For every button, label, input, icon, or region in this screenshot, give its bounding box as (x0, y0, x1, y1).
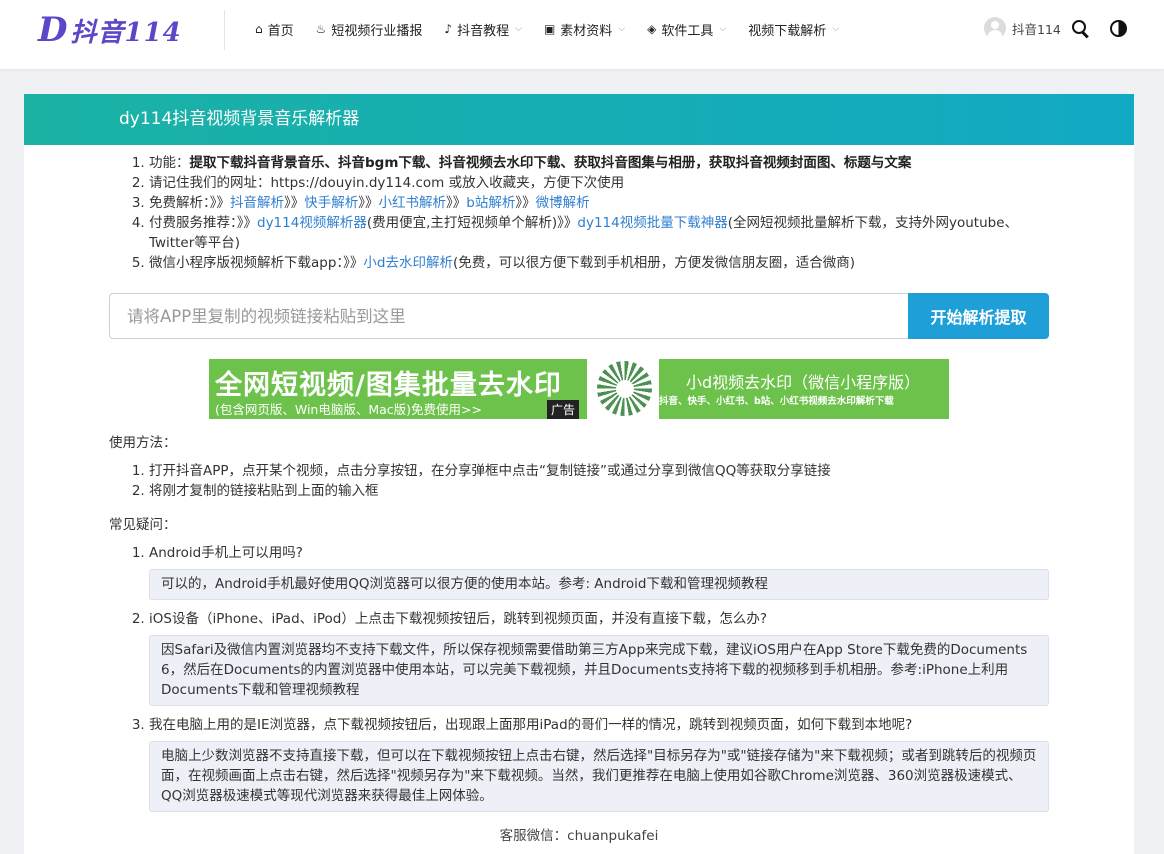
nav-label: 软件工具 (661, 23, 714, 39)
parse-button[interactable]: 开始解析提取 (908, 293, 1049, 339)
feature-text: (费用便宜,主打短视频单个解析)》》 (366, 215, 578, 231)
link-weibo-parse[interactable]: 微博解析 (536, 195, 590, 211)
feature-prefix: 微信小程序版视频解析下载app：》》 (149, 255, 364, 271)
banner-batch-watermark[interactable]: 全网短视频/图集批量去水印 (包含网页版、Win电脑版、Mac版)免费使用>> … (209, 359, 579, 419)
site-header: D 抖音114 ⌂ 首页 ♨ 短视频行业播报 ♪ 抖音教程 ⌵ ▣ 素材资料 ⌵ … (0, 0, 1164, 69)
link-xiaohongshu-parse[interactable]: 小红书解析 (379, 195, 447, 211)
parser-card: dy114抖音视频背景音乐解析器 功能：提取下载抖音背景音乐、抖音bgm下载、抖… (24, 94, 1134, 854)
link-miniprogram[interactable]: 小d去水印解析 (363, 255, 453, 271)
link-bilibili-parse[interactable]: b站解析 (466, 195, 515, 211)
nav-materials[interactable]: ▣ 素材资料 ⌵ (544, 19, 625, 39)
separator: 》》 (446, 195, 467, 211)
separator: 》》 (284, 195, 305, 211)
logo-letter: D (38, 10, 69, 50)
search-icon[interactable] (1070, 18, 1092, 40)
nav-home[interactable]: ⌂ 首页 (255, 19, 294, 39)
list-item: 打开抖音APP，点开某个视频，点击分享按钮，在分享弹框中点击“复制链接”或通过分… (149, 461, 1049, 481)
cube-icon: ◈ (647, 22, 657, 36)
video-link-input[interactable] (109, 293, 908, 339)
card-title: dy114抖音视频背景音乐解析器 (24, 94, 1134, 145)
qr-code-icon (579, 359, 659, 419)
feature-prefix: 功能： (149, 155, 190, 171)
list-item: 微信小程序版视频解析下载app：》》小d去水印解析(免费，可以很方便下载到手机相… (149, 253, 1049, 273)
list-item: 免费解析：》》抖音解析》》快手解析》》小红书解析》》b站解析》》微博解析 (149, 193, 1049, 213)
faq-heading: 常见疑问： (109, 517, 177, 533)
faq-item: iOS设备（iPhone、iPad、iPod）上点击下载视频按钮后，跳转到视频页… (149, 609, 1049, 706)
site-logo[interactable]: D 抖音114 (38, 10, 182, 50)
nav-industry-news[interactable]: ♨ 短视频行业播报 (316, 19, 423, 39)
list-item: 请记住我们的网址：https://douyin.dy114.com 或放入收藏夹… (149, 173, 1049, 193)
faq-answer: 电脑上少数浏览器不支持直接下载，但可以在下载视频按钮上点击右键，然后选择"目标另… (149, 741, 1049, 812)
link-kuaishou-parse[interactable]: 快手解析 (304, 195, 358, 211)
site-url-text: 请记住我们的网址：https://douyin.dy114.com 或放入收藏夹… (149, 175, 625, 191)
ad-banner[interactable]: 全网短视频/图集批量去水印 (包含网页版、Win电脑版、Mac版)免费使用>> … (209, 359, 949, 419)
banner-right-sub: 抖音、快手、小红书、b站、小红书视频去水印解析下载 (659, 396, 894, 407)
link-batch-downloader[interactable]: dy114视频批量下载神器 (577, 215, 727, 231)
nav-douyin-tutorial[interactable]: ♪ 抖音教程 ⌵ (444, 19, 522, 39)
feature-prefix: 付费服务推荐：》》 (149, 215, 257, 231)
feature-text: 提取下载抖音背景音乐、抖音bgm下载、抖音视频去水印下载、获取抖音图集与相册，获… (189, 155, 912, 171)
logo-text: 抖音114 (70, 17, 182, 48)
banner-miniprogram[interactable]: 小d视频去水印（微信小程序版） 抖音、快手、小红书、b站、小红书视频去水印解析下… (659, 359, 949, 419)
ad-tag: 广告 (546, 400, 579, 419)
faq-question: iOS设备（iPhone、iPad、iPod）上点击下载视频按钮后，跳转到视频页… (149, 611, 768, 627)
nav-label: 短视频行业播报 (331, 23, 423, 39)
home-icon: ⌂ (255, 22, 263, 36)
fire-icon: ♨ (315, 22, 327, 36)
separator: 》》 (358, 195, 379, 211)
separator: 》》 (515, 195, 536, 211)
faq-list: Android手机上可以用吗? 可以的，Android手机最好使用QQ浏览器可以… (109, 543, 1049, 812)
theme-toggle-icon[interactable] (1108, 18, 1130, 40)
nav-label: 素材资料 (560, 23, 613, 39)
link-douyin-parse[interactable]: 抖音解析 (230, 195, 284, 211)
list-item: 功能：提取下载抖音背景音乐、抖音bgm下载、抖音视频去水印下载、获取抖音图集与相… (149, 153, 1049, 173)
chevron-down-icon: ⌵ (832, 24, 840, 34)
nav-label: 首页 (267, 23, 294, 39)
user-name: 抖音114 (1012, 21, 1061, 37)
avatar (984, 17, 1006, 39)
nav-label: 视频下载解析 (748, 23, 827, 39)
nav-video-download[interactable]: 视频下载解析 ⌵ (748, 19, 839, 39)
nav-label: 抖音教程 (457, 23, 510, 39)
faq-question: Android手机上可以用吗? (149, 545, 303, 561)
feature-prefix: 免费解析：》》 (149, 195, 230, 211)
tiktok-icon: ♪ (444, 22, 453, 36)
faq-answer: 因Safari及微信内置浏览器均不支持下载文件，所以保存视频需要借助第三方App… (149, 635, 1049, 706)
user-menu[interactable]: 抖音114 (984, 17, 1061, 39)
nav-software-tools[interactable]: ◈ 软件工具 ⌵ (647, 19, 726, 39)
banner-subline: (包含网页版、Win电脑版、Mac版)免费使用>> (215, 402, 482, 417)
faq-answer: 可以的，Android手机最好使用QQ浏览器可以很方便的使用本站。参考: And… (149, 569, 1049, 600)
header-divider (224, 10, 225, 50)
chevron-down-icon: ⌵ (719, 24, 727, 34)
main-nav: ⌂ 首页 ♨ 短视频行业播报 ♪ 抖音教程 ⌵ ▣ 素材资料 ⌵ ◈ 软件工具 … (255, 19, 861, 39)
feature-list: 功能：提取下载抖音背景音乐、抖音bgm下载、抖音视频去水印下载、获取抖音图集与相… (109, 153, 1049, 273)
banner-headline: 全网短视频/图集批量去水印 (215, 370, 562, 401)
parse-form: 开始解析提取 (109, 293, 1049, 339)
faq-item: Android手机上可以用吗? 可以的，Android手机最好使用QQ浏览器可以… (149, 543, 1049, 600)
faq-question: 我在电脑上用的是IE浏览器，点下载视频按钮后，出现跟上面那用iPad的哥们一样的… (149, 717, 913, 733)
feature-text: (免费，可以很方便下载到手机相册，方便发微信朋友圈，适合微商) (453, 255, 856, 271)
list-item: 将刚才复制的链接粘贴到上面的输入框 (149, 481, 1049, 501)
chevron-down-icon: ⌵ (618, 24, 626, 34)
list-item: 付费服务推荐：》》dy114视频解析器(费用便宜,主打短视频单个解析)》》dy1… (149, 213, 1049, 253)
image-icon: ▣ (543, 22, 556, 36)
usage-heading: 使用方法： (109, 435, 177, 451)
customer-service-wechat: 客服微信：chuanpukafei (499, 828, 659, 844)
link-dy114-parser[interactable]: dy114视频解析器 (257, 215, 367, 231)
qr-center (616, 380, 634, 398)
banner-right-title: 小d视频去水印（微信小程序版） (686, 373, 921, 392)
faq-item: 我在电脑上用的是IE浏览器，点下载视频按钮后，出现跟上面那用iPad的哥们一样的… (149, 715, 1049, 812)
usage-steps: 打开抖音APP，点开某个视频，点击分享按钮，在分享弹框中点击“复制链接”或通过分… (109, 461, 1049, 501)
chevron-down-icon: ⌵ (515, 24, 522, 34)
